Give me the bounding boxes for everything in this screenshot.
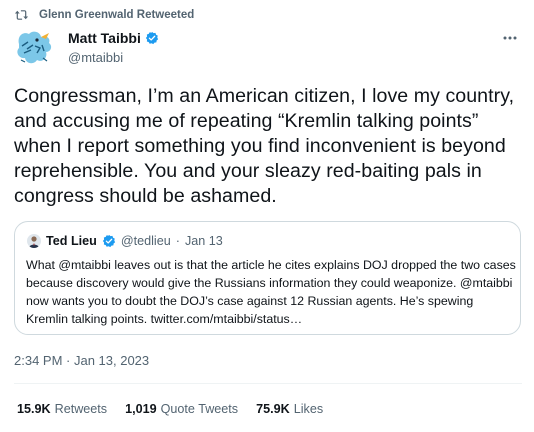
quoted-separator: · (175, 234, 180, 248)
author-name[interactable]: Matt Taibbi (68, 30, 141, 46)
quoted-verified-badge-icon (102, 234, 116, 248)
divider (14, 383, 522, 384)
retweet-context[interactable]: Glenn Greenwald Retweeted (14, 8, 194, 22)
retweets-label: Retweets (54, 402, 108, 416)
author-info[interactable]: Matt Taibbi @mtaibbi (68, 30, 159, 65)
likes-stat[interactable]: 75.9K Likes (256, 402, 323, 416)
quoted-date: Jan 13 (184, 234, 223, 248)
quoted-author-name: Ted Lieu (46, 234, 97, 248)
likes-label: Likes (293, 402, 324, 416)
likes-count: 75.9K (256, 402, 290, 416)
quote-tweets-count: 1,019 (125, 402, 157, 416)
tweet-text: Congressman, I’m an American citizen, I … (14, 85, 515, 207)
quoted-tweet-card[interactable]: Ted Lieu @tedlieu · Jan 13 What @mtaibbi… (14, 221, 521, 335)
engagement-stats: 15.9K Retweets 1,019 Quote Tweets 75.9K … (17, 402, 323, 416)
retweet-context-text: Glenn Greenwald Retweeted (39, 9, 195, 21)
quoted-tweet-header: Ted Lieu @tedlieu · Jan 13 (27, 234, 223, 248)
quoted-author-avatar (27, 234, 41, 248)
retweets-count: 15.9K (17, 402, 51, 416)
retweets-stat[interactable]: 15.9K Retweets (17, 402, 107, 416)
author-handle[interactable]: @mtaibbi (68, 50, 159, 65)
verified-badge-icon (145, 31, 159, 45)
quote-tweets-stat[interactable]: 1,019 Quote Tweets (125, 402, 238, 416)
quote-tweets-label: Quote Tweets (160, 402, 239, 416)
author-avatar[interactable] (13, 28, 55, 68)
more-options-icon[interactable] (502, 31, 518, 45)
tweet-timestamp[interactable]: 2:34 PM · Jan 13, 2023 (14, 353, 149, 368)
retweet-icon (14, 9, 29, 21)
quoted-tweet-text: What @mtaibbi leaves out is that the art… (26, 258, 516, 326)
quoted-author-handle: @tedlieu (120, 234, 171, 248)
